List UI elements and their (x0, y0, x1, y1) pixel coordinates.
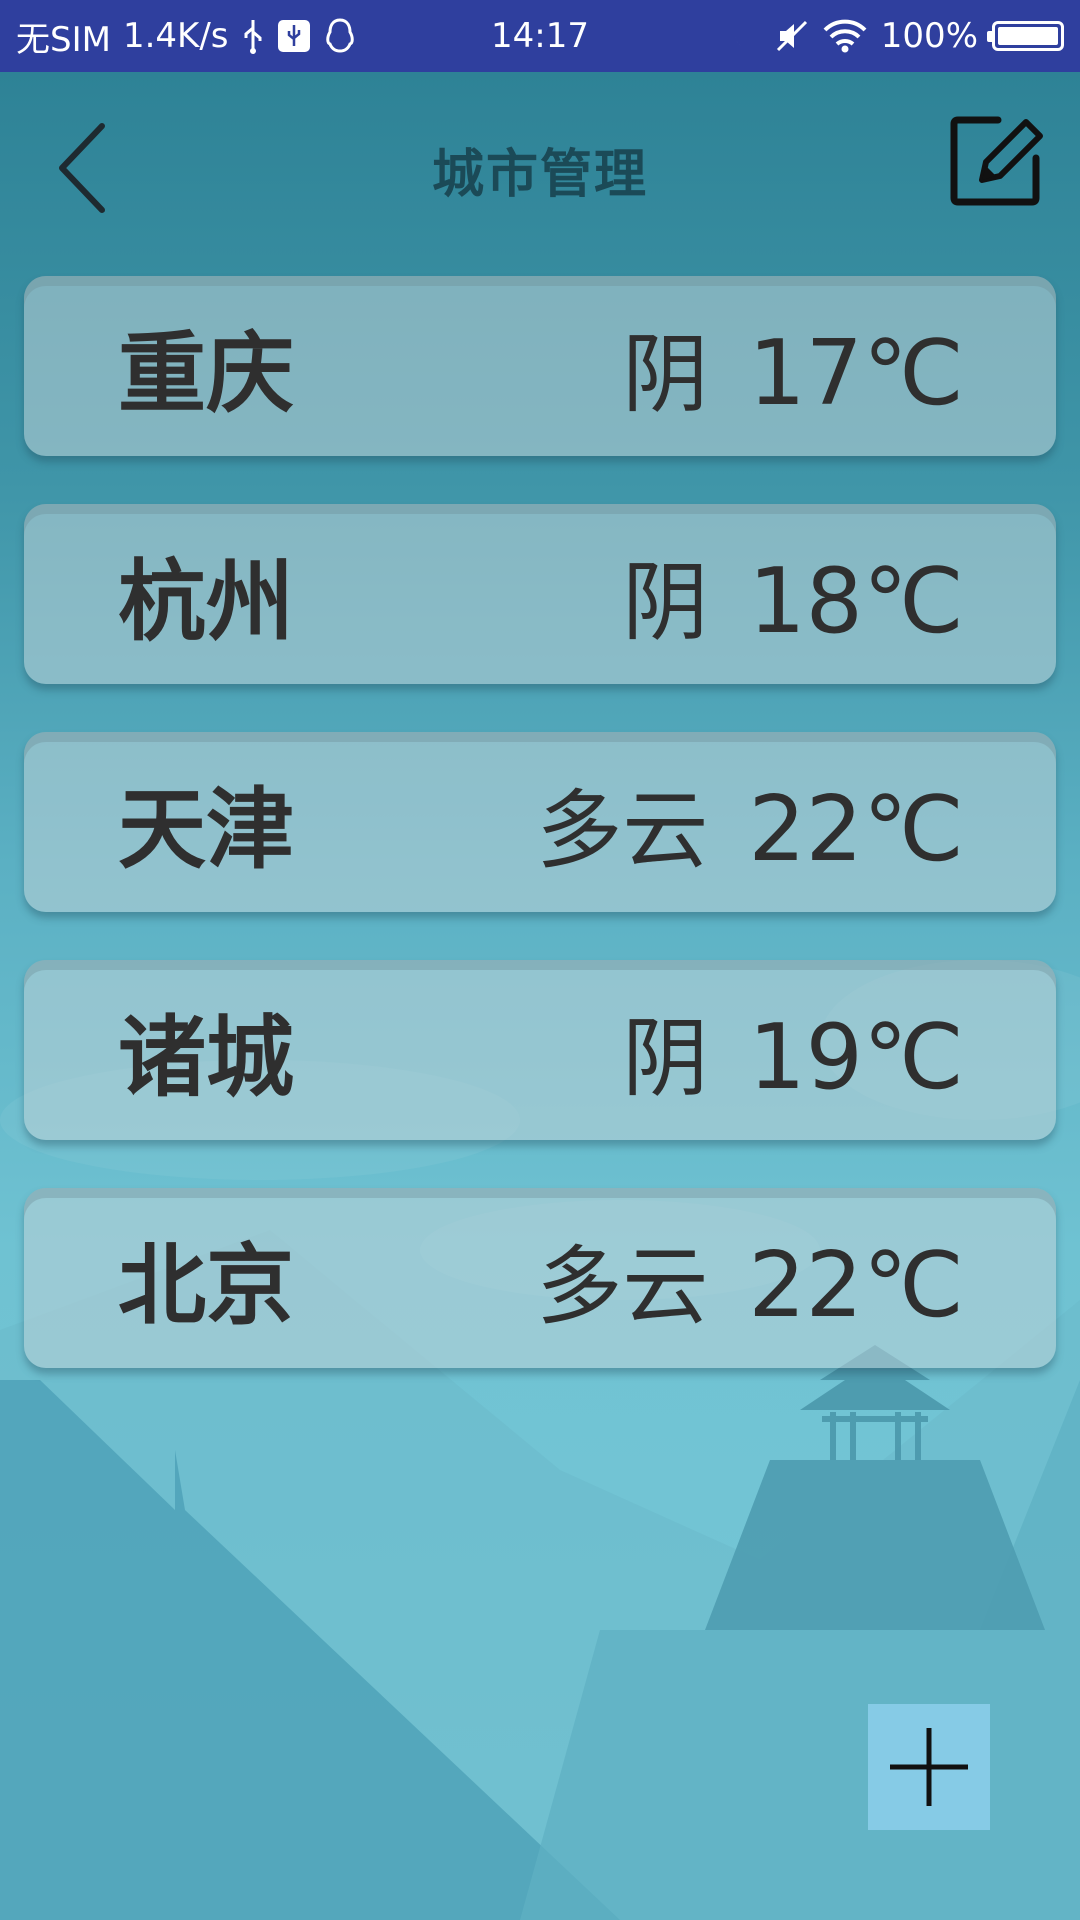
battery-icon (987, 21, 1064, 51)
network-speed: 1.4K/s (122, 16, 229, 56)
city-card-zhucheng[interactable]: 诸城 阴 19℃ (24, 960, 1056, 1140)
status-bar: 无SIM 1.4K/s 14:17 100% (0, 0, 1080, 72)
city-name: 重庆 (118, 321, 295, 425)
city-name: 杭州 (118, 549, 295, 653)
usb-icon (241, 18, 265, 54)
page-title: 城市管理 (431, 145, 648, 205)
mute-icon (775, 19, 809, 53)
temperature: 19℃ (748, 1004, 964, 1110)
plus-icon (890, 1728, 968, 1806)
usb-debug-icon (277, 19, 311, 53)
city-card-beijing[interactable]: 北京 多云 22℃ (24, 1188, 1056, 1368)
weather-condition: 阴 (622, 1008, 709, 1109)
weather-condition: 阴 (622, 552, 709, 653)
header: 城市管理 (0, 72, 1080, 262)
temperature: 22℃ (748, 1232, 964, 1338)
city-name: 北京 (118, 1233, 295, 1337)
weather-condition: 阴 (622, 324, 709, 425)
weather-condition: 多云 (536, 780, 709, 881)
temperature: 17℃ (748, 320, 964, 426)
qq-icon (323, 17, 357, 55)
edit-icon (950, 116, 1043, 206)
moon-icon (733, 22, 761, 50)
temperature: 22℃ (748, 776, 964, 882)
city-card-chongqing[interactable]: 重庆 阴 17℃ (24, 276, 1056, 456)
wifi-icon (823, 19, 867, 53)
city-card-tianjin[interactable]: 天津 多云 22℃ (24, 732, 1056, 912)
city-list: 重庆 阴 17℃ 杭州 阴 18℃ 天津 多云 22℃ 诸城 阴 19℃ 北京 … (24, 276, 1056, 1416)
weather-condition: 多云 (536, 1236, 709, 1337)
add-city-button[interactable] (868, 1704, 990, 1830)
edit-button[interactable] (948, 112, 1048, 212)
temperature: 18℃ (748, 548, 964, 654)
city-card-hangzhou[interactable]: 杭州 阴 18℃ (24, 504, 1056, 684)
city-name: 天津 (118, 777, 295, 881)
city-name: 诸城 (118, 1005, 295, 1109)
battery-percent: 100% (880, 16, 978, 56)
clock: 14:17 (491, 16, 589, 56)
carrier-label: 无SIM (16, 19, 111, 60)
